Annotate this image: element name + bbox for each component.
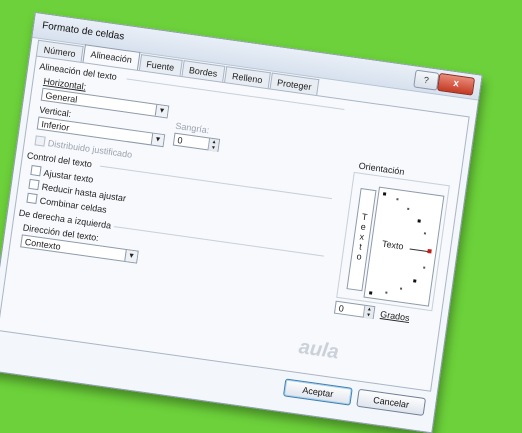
checkbox-box: [34, 135, 46, 147]
desktop-background: { "dialog": { "title": "Formato de celda…: [0, 0, 522, 433]
dial-marker: [396, 198, 399, 201]
indent-value: 0: [176, 135, 184, 146]
checkbox-box: [28, 178, 40, 191]
help-button[interactable]: ?: [413, 69, 440, 91]
orientation-dial[interactable]: Texto: [363, 186, 445, 307]
horizontal-value: General: [44, 90, 78, 105]
dial-marker: [417, 219, 421, 223]
checkbox-box: [30, 165, 42, 177]
chevron-down-icon: ▼: [150, 133, 165, 147]
chevron-down-icon: ▼: [154, 104, 169, 118]
dial-marker: [407, 207, 410, 210]
vertical-letter: o: [355, 251, 363, 262]
dialog-title: Formato de celdas: [41, 20, 125, 43]
indent-spinner[interactable]: 0 ▲ ▼: [172, 132, 221, 152]
degrees-label: Grados: [379, 309, 411, 324]
degrees-spinner[interactable]: 0 ▲ ▼: [333, 300, 376, 320]
alignment-panel: Alineación del texto Horizontal: General…: [0, 55, 470, 392]
section-divider: [100, 165, 332, 200]
spin-down-icon[interactable]: ▼: [207, 144, 219, 152]
accept-button[interactable]: Aceptar: [282, 378, 353, 406]
text-direction-value: Contexto: [24, 236, 62, 252]
dial-text-label: Texto: [381, 238, 405, 252]
dial-marker: [413, 279, 417, 283]
dial-marker: [385, 291, 388, 294]
section-divider: [113, 226, 324, 257]
dial-marker: [423, 266, 426, 269]
chevron-down-icon: ▼: [124, 249, 138, 263]
dial-handle[interactable]: [427, 248, 432, 254]
close-button[interactable]: x: [436, 72, 476, 96]
dial-marker: [423, 232, 427, 235]
watermark-logo: aula: [297, 336, 341, 364]
format-cells-dialog: Formato de celdas ? x Número Alineación …: [0, 12, 483, 433]
orientation-box: T e x t o Texto: [336, 171, 450, 312]
vertical-value: Inferior: [40, 119, 70, 133]
checkbox-box: [26, 192, 38, 205]
degrees-value: 0: [338, 303, 345, 314]
dial-marker: [382, 192, 387, 196]
dial-marker: [368, 291, 373, 295]
dial-marker: [399, 287, 403, 290]
cancel-button[interactable]: Cancelar: [356, 388, 427, 417]
spin-down-icon[interactable]: ▼: [362, 311, 374, 319]
